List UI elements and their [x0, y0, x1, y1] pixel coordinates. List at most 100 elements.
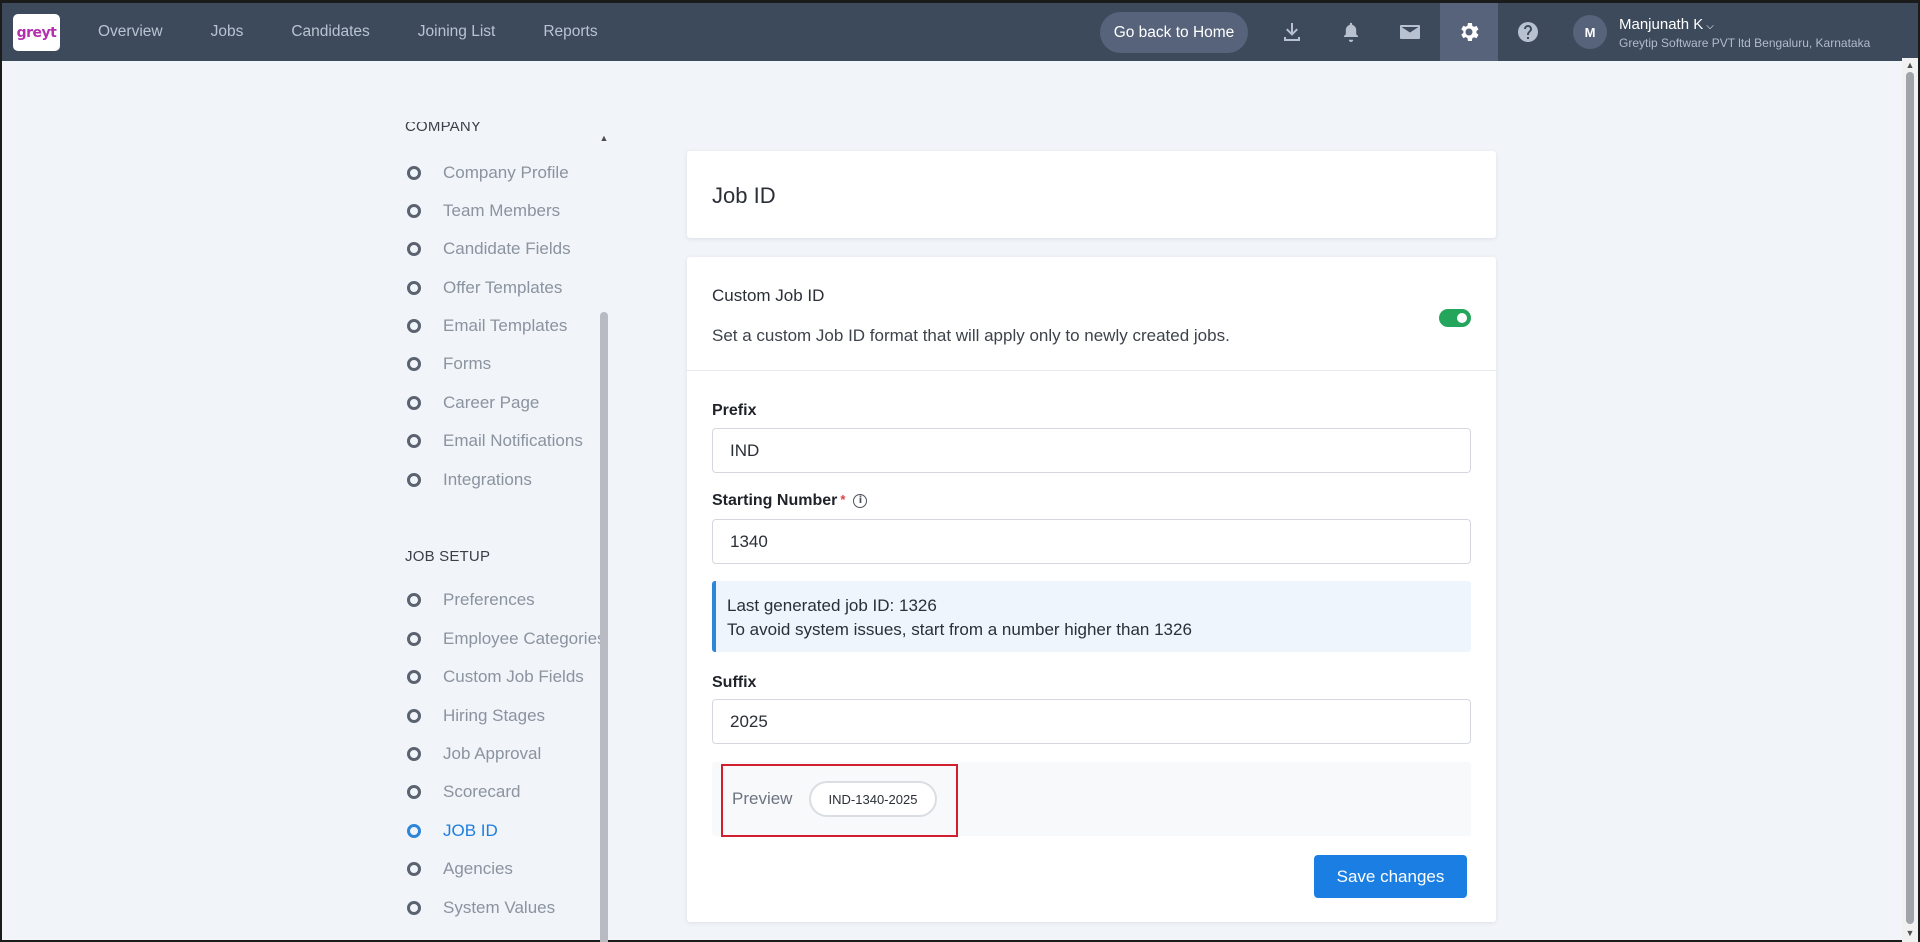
- notice-line-advice: To avoid system issues, start from a num…: [727, 620, 1192, 639]
- sidebar-item-label: JOB ID: [443, 821, 498, 840]
- required-mark: *: [840, 492, 846, 507]
- gear-icon[interactable]: [1440, 3, 1498, 61]
- sidebar-item-label: Preferences: [443, 590, 535, 609]
- custom-job-id-toggle[interactable]: [1439, 309, 1471, 327]
- radio-ring-icon: [407, 473, 421, 487]
- save-changes-button[interactable]: Save changes: [1314, 855, 1467, 898]
- bell-icon[interactable]: [1322, 3, 1380, 61]
- sidebar-item-agencies[interactable]: Agencies: [407, 857, 513, 881]
- prefix-label: Prefix: [712, 402, 757, 419]
- sidebar-item-forms[interactable]: Forms: [407, 352, 491, 376]
- user-org: Greytip Software PVT ltd Bengaluru, Karn…: [1619, 36, 1871, 50]
- radio-ring-icon: [407, 396, 421, 410]
- scroll-up-icon[interactable]: ▲: [1902, 58, 1918, 72]
- page-scroll-thumb[interactable]: [1906, 72, 1914, 924]
- toggle-knob: [1457, 313, 1467, 323]
- sidebar-item-label: System Values: [443, 898, 556, 917]
- radio-ring-icon: [407, 357, 421, 371]
- radio-ring-icon: [407, 824, 421, 838]
- app-logo[interactable]: greyt: [13, 14, 60, 51]
- sidebar-item-label: Career Page: [443, 393, 540, 412]
- radio-ring-icon: [407, 204, 421, 218]
- starting-number-label: Starting Number * i: [712, 492, 868, 510]
- sidebar-item-team-members[interactable]: Team Members: [407, 199, 560, 223]
- radio-ring-icon: [407, 785, 421, 799]
- radio-ring-icon: [407, 670, 421, 684]
- sidebar-item-label: Company Profile: [443, 163, 569, 182]
- sidebar-item-scorecard[interactable]: Scorecard: [407, 780, 520, 804]
- sidebar-item-label: Scorecard: [443, 782, 521, 801]
- sidebar-item-custom-job-fields[interactable]: Custom Job Fields: [407, 665, 584, 689]
- suffix-input[interactable]: [712, 699, 1471, 744]
- scroll-up-icon[interactable]: ▲: [598, 132, 610, 144]
- sidebar-item-offer-templates[interactable]: Offer Templates: [407, 276, 562, 300]
- sidebar-scrollbar[interactable]: ▲: [598, 132, 610, 942]
- job-id-form-card: Custom Job ID Set a custom Job ID format…: [687, 257, 1496, 922]
- sidebar-item-candidate-fields[interactable]: Candidate Fields: [407, 237, 571, 261]
- settings-sidebar: COMPANY Company Profile Team Members Can…: [392, 122, 612, 942]
- sidebar-item-label: Job Approval: [443, 744, 542, 763]
- radio-ring-icon: [407, 242, 421, 256]
- radio-ring-icon: [407, 281, 421, 295]
- sidebar-scroll-thumb[interactable]: [600, 312, 608, 942]
- radio-ring-icon: [407, 434, 421, 448]
- info-icon[interactable]: i: [853, 493, 868, 508]
- top-navbar: greyt Overview Jobs Candidates Joining L…: [2, 0, 1918, 61]
- sidebar-section-job-setup: JOB SETUP: [405, 548, 491, 565]
- sidebar-item-job-id[interactable]: JOB ID: [407, 819, 498, 843]
- sidebar-item-label: Email Notifications: [443, 431, 583, 450]
- preview-section: Preview IND-1340-2025: [712, 762, 1471, 837]
- sidebar-item-email-notifications[interactable]: Email Notifications: [407, 429, 583, 453]
- sidebar-item-integrations[interactable]: Integrations: [407, 468, 532, 492]
- nav-joining-list[interactable]: Joining List: [418, 23, 496, 41]
- sidebar-item-preferences[interactable]: Preferences: [407, 588, 535, 612]
- nav-overview[interactable]: Overview: [98, 23, 163, 41]
- sidebar-item-label: Hiring Stages: [443, 706, 546, 725]
- main-nav: Overview Jobs Candidates Joining List Re…: [98, 3, 646, 61]
- page-title: Job ID: [712, 183, 776, 208]
- download-icon[interactable]: [1263, 3, 1321, 61]
- avatar[interactable]: M: [1573, 15, 1607, 49]
- chevron-down-icon: ⌵: [1706, 21, 1714, 32]
- sidebar-item-label: Custom Job Fields: [443, 667, 584, 686]
- sidebar-item-label: Integrations: [443, 470, 532, 489]
- page-title-card: Job ID: [687, 151, 1496, 238]
- suffix-label: Suffix: [712, 674, 757, 691]
- sidebar-item-email-templates[interactable]: Email Templates: [407, 314, 567, 338]
- sidebar-item-label: Team Members: [443, 201, 561, 220]
- radio-ring-icon: [407, 319, 421, 333]
- sidebar-item-label: Employee Categories: [443, 629, 606, 648]
- page-scrollbar[interactable]: ▲ ▼: [1902, 58, 1918, 942]
- nav-candidates[interactable]: Candidates: [291, 23, 369, 41]
- radio-ring-icon: [407, 901, 421, 915]
- user-menu[interactable]: Manjunath K ⌵: [1619, 16, 1714, 33]
- sidebar-item-company-profile[interactable]: Company Profile: [407, 161, 569, 185]
- last-job-id-notice: Last generated job ID: 1326 To avoid sys…: [712, 581, 1471, 652]
- nav-reports[interactable]: Reports: [543, 23, 597, 41]
- scroll-down-icon[interactable]: ▼: [1902, 926, 1918, 940]
- radio-ring-icon: [407, 166, 421, 180]
- starting-number-input[interactable]: [712, 519, 1471, 564]
- nav-jobs[interactable]: Jobs: [211, 23, 244, 41]
- sidebar-item-label: Email Templates: [443, 316, 568, 335]
- custom-job-id-description: Set a custom Job ID format that will app…: [712, 326, 1230, 345]
- preview-chip: IND-1340-2025: [809, 781, 937, 817]
- sidebar-item-label: Forms: [443, 354, 492, 373]
- go-back-home-button[interactable]: Go back to Home: [1100, 12, 1248, 53]
- notice-line-last-id: Last generated job ID: 1326: [727, 596, 937, 615]
- help-icon[interactable]: [1499, 3, 1557, 61]
- mail-icon[interactable]: [1381, 3, 1439, 61]
- user-name: Manjunath K: [1619, 16, 1704, 33]
- radio-ring-icon: [407, 862, 421, 876]
- sidebar-item-hiring-stages[interactable]: Hiring Stages: [407, 704, 545, 728]
- radio-ring-icon: [407, 593, 421, 607]
- sidebar-item-career-page[interactable]: Career Page: [407, 391, 539, 415]
- sidebar-section-company: COMPANY: [405, 122, 482, 135]
- sidebar-item-employee-categories[interactable]: Employee Categories: [407, 627, 606, 651]
- sidebar-item-system-values[interactable]: System Values: [407, 896, 555, 920]
- sidebar-item-job-approval[interactable]: Job Approval: [407, 742, 541, 766]
- prefix-input[interactable]: [712, 428, 1471, 473]
- radio-ring-icon: [407, 709, 421, 723]
- sidebar-item-label: Candidate Fields: [443, 239, 571, 258]
- sidebar-item-label: Agencies: [443, 859, 513, 878]
